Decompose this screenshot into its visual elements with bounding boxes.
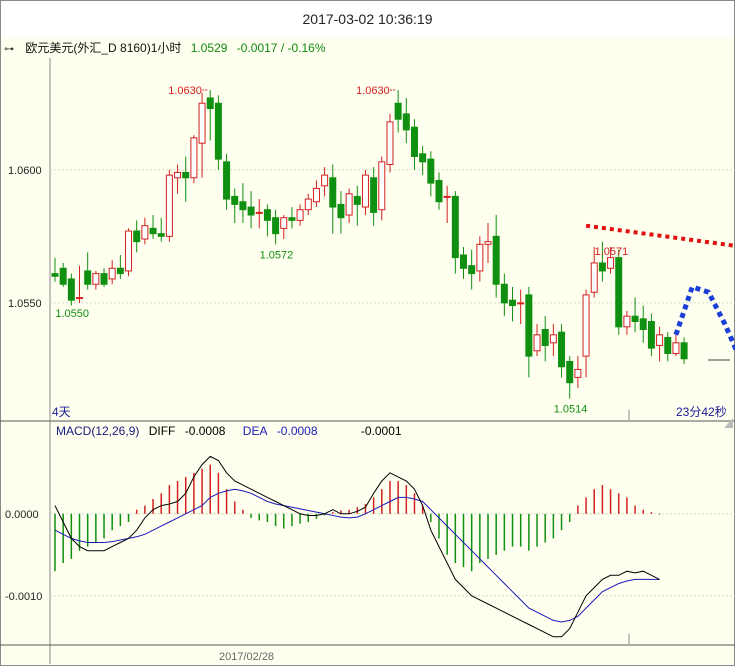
candle-down bbox=[394, 102, 402, 120]
candle-down bbox=[631, 315, 639, 323]
high-price-label: 1.0630 bbox=[356, 85, 390, 97]
candle-down bbox=[116, 267, 124, 275]
candle-down bbox=[664, 336, 672, 354]
candle-up bbox=[345, 193, 353, 216]
forecast-path bbox=[673, 284, 735, 354]
candle-up bbox=[198, 102, 206, 144]
candle-down bbox=[460, 254, 467, 269]
candle-up bbox=[623, 315, 631, 328]
candle-up bbox=[76, 297, 84, 300]
bar-countdown: 23分42秒 bbox=[676, 405, 727, 419]
date-tick: 2017/02/28 bbox=[219, 651, 274, 663]
macd-axis-tick: 0.0000 bbox=[5, 509, 39, 521]
candle-down bbox=[239, 201, 247, 211]
candle-down bbox=[419, 153, 427, 163]
candle-down bbox=[329, 177, 337, 208]
candle-down bbox=[263, 209, 271, 221]
candle-up bbox=[386, 121, 394, 165]
candle-down bbox=[59, 267, 67, 285]
candle-up bbox=[108, 267, 116, 280]
candle-down bbox=[402, 113, 410, 131]
candle-down bbox=[206, 97, 214, 110]
low-price-label: 1.0550 bbox=[55, 308, 89, 320]
candle-down bbox=[223, 161, 231, 200]
price-axis-tick: 1.0600 bbox=[8, 165, 42, 177]
candle-down bbox=[492, 235, 500, 285]
candle-up bbox=[321, 174, 329, 187]
candle-down bbox=[558, 331, 566, 368]
candle-up bbox=[296, 209, 304, 221]
candle-up bbox=[582, 294, 590, 357]
candle-down bbox=[157, 233, 165, 237]
candle-up bbox=[361, 174, 369, 208]
candle-down bbox=[247, 206, 255, 216]
candle-down bbox=[370, 177, 378, 213]
candle-down bbox=[410, 126, 418, 157]
candle-down bbox=[451, 195, 459, 259]
candle-down bbox=[100, 273, 108, 285]
candle-down bbox=[51, 273, 59, 277]
candle-down bbox=[353, 195, 361, 205]
candle-down bbox=[435, 179, 443, 203]
candle-down bbox=[647, 321, 655, 349]
candle-up bbox=[255, 211, 263, 214]
period-label: 4天 bbox=[52, 405, 71, 419]
candle-up bbox=[280, 217, 288, 229]
candle-up bbox=[190, 137, 198, 179]
candle-up bbox=[443, 195, 451, 198]
candle-up bbox=[484, 241, 492, 245]
candle-down bbox=[525, 294, 533, 357]
candle-down bbox=[427, 158, 435, 184]
candle-up bbox=[174, 171, 182, 179]
candle-down bbox=[67, 278, 75, 301]
high-price-label: 1.0630 bbox=[168, 85, 202, 97]
candle-down bbox=[566, 360, 574, 384]
price-axis-tick: 1.0550 bbox=[8, 298, 42, 310]
candle-up bbox=[165, 174, 173, 237]
corner-marker bbox=[724, 418, 733, 428]
candle-down bbox=[149, 227, 157, 235]
candle-up bbox=[92, 273, 100, 285]
candle-down bbox=[272, 217, 280, 235]
candle-up bbox=[517, 302, 525, 305]
candle-down bbox=[133, 230, 141, 243]
candle-down bbox=[84, 270, 92, 285]
candle-down bbox=[214, 102, 222, 160]
candle-up bbox=[549, 334, 557, 344]
candle-down bbox=[639, 318, 647, 330]
candle-up bbox=[533, 334, 541, 352]
candle-down bbox=[680, 342, 688, 360]
candle-down bbox=[231, 195, 239, 205]
price-chart-svg[interactable]: 4天 23分42秒 2017/02/28 1.0600 1.0550 0.0000 -… bbox=[0, 0, 735, 666]
candle-up bbox=[304, 198, 312, 211]
candle-up bbox=[476, 243, 484, 272]
low-price-label: 1.0572 bbox=[260, 249, 294, 261]
high-price-label: 1.0571 bbox=[595, 246, 629, 258]
low-price-label: 1.0514 bbox=[554, 404, 588, 416]
candle-up bbox=[590, 262, 598, 293]
candle-down bbox=[468, 265, 476, 275]
diff-line bbox=[54, 455, 660, 638]
candle-down bbox=[615, 257, 623, 328]
candle-up bbox=[312, 187, 320, 203]
candle-up bbox=[607, 257, 615, 269]
candle-up bbox=[672, 342, 680, 354]
candle-up bbox=[656, 334, 664, 346]
macd-axis-tick: -0.0010 bbox=[5, 591, 42, 603]
candle-down bbox=[598, 262, 606, 272]
candle-up bbox=[378, 161, 386, 211]
candle-down bbox=[288, 217, 296, 221]
candle-down bbox=[500, 283, 508, 304]
candle-down bbox=[509, 299, 517, 307]
candle-down bbox=[541, 329, 549, 346]
candle-up bbox=[574, 368, 582, 378]
candle-up bbox=[125, 230, 133, 272]
candle-up bbox=[141, 225, 149, 240]
candle-down bbox=[182, 171, 190, 179]
candle-down bbox=[337, 203, 345, 219]
